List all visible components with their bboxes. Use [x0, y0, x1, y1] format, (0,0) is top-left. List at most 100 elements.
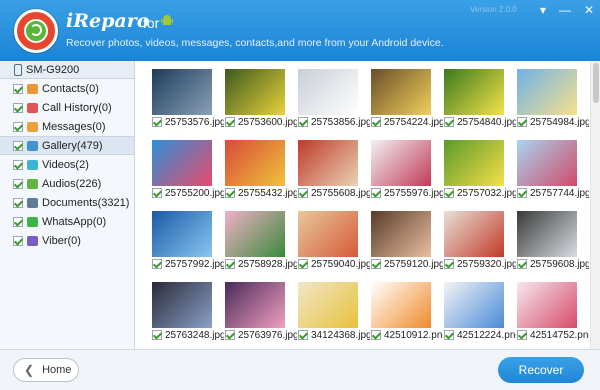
image-thumbnail[interactable]: [371, 282, 431, 328]
sidebar-item-messages[interactable]: Messages(0): [0, 117, 134, 136]
image-thumbnail[interactable]: [444, 211, 504, 257]
item-checkbox[interactable]: [298, 188, 308, 198]
gallery-item[interactable]: 25753576.jpg: [150, 69, 224, 131]
item-checkbox[interactable]: [371, 330, 381, 340]
item-checkbox[interactable]: [517, 330, 527, 340]
image-thumbnail[interactable]: [152, 140, 212, 186]
sidebar-item-documents[interactable]: Documents(3321): [0, 193, 134, 212]
gallery-item[interactable]: 25755432.jpg: [223, 140, 297, 202]
category-checkbox[interactable]: [13, 216, 23, 227]
image-thumbnail[interactable]: [517, 282, 577, 328]
gallery-item[interactable]: 25759608.jpg: [515, 211, 589, 273]
device-row[interactable]: SM-G9200: [0, 61, 134, 79]
sidebar-item-videos[interactable]: Videos(2): [0, 155, 134, 174]
item-checkbox[interactable]: [444, 117, 454, 127]
image-thumbnail[interactable]: [225, 69, 285, 115]
item-checkbox[interactable]: [152, 259, 162, 269]
image-thumbnail[interactable]: [152, 282, 212, 328]
gallery-item[interactable]: 25759320.jpg: [442, 211, 516, 273]
image-thumbnail[interactable]: [298, 282, 358, 328]
gallery-item[interactable]: 25755200.jpg: [150, 140, 224, 202]
sidebar-item-call-history[interactable]: Call History(0): [0, 98, 134, 117]
item-checkbox[interactable]: [298, 259, 308, 269]
item-checkbox[interactable]: [371, 117, 381, 127]
gallery-item[interactable]: 25753856.jpg: [296, 69, 370, 131]
image-thumbnail[interactable]: [444, 282, 504, 328]
item-checkbox[interactable]: [517, 117, 527, 127]
category-checkbox[interactable]: [13, 197, 23, 208]
gallery-item[interactable]: 25758928.jpg: [223, 211, 297, 273]
sidebar-item-viber[interactable]: Viber(0): [0, 231, 134, 250]
gallery-item[interactable]: 25755976.jpg: [369, 140, 443, 202]
recover-button[interactable]: Recover: [498, 357, 584, 383]
item-checkbox[interactable]: [444, 330, 454, 340]
home-button[interactable]: ❮ Home: [13, 358, 79, 382]
close-button[interactable]: ✕: [576, 0, 600, 20]
item-checkbox[interactable]: [444, 259, 454, 269]
image-thumbnail[interactable]: [225, 282, 285, 328]
item-checkbox[interactable]: [298, 330, 308, 340]
sidebar-item-label: Viber(0): [42, 234, 81, 247]
image-thumbnail[interactable]: [517, 69, 577, 115]
item-checkbox[interactable]: [517, 259, 527, 269]
gallery-item[interactable]: 25754840.jpg: [442, 69, 516, 131]
item-checkbox[interactable]: [225, 188, 235, 198]
gallery-item[interactable]: 42512224.png: [442, 282, 516, 344]
image-thumbnail[interactable]: [152, 69, 212, 115]
item-checkbox[interactable]: [444, 188, 454, 198]
audios-icon: [27, 178, 38, 189]
image-thumbnail[interactable]: [152, 211, 212, 257]
category-checkbox[interactable]: [13, 83, 23, 94]
gallery-item[interactable]: 25759040.jpg: [296, 211, 370, 273]
image-thumbnail[interactable]: [371, 140, 431, 186]
item-checkbox[interactable]: [298, 117, 308, 127]
file-name: 25755200.jpg: [165, 187, 224, 199]
image-thumbnail[interactable]: [225, 140, 285, 186]
category-checkbox[interactable]: [13, 140, 23, 151]
gallery-item[interactable]: 25763248.jpg: [150, 282, 224, 344]
gallery-item[interactable]: 25754984.jpg: [515, 69, 589, 131]
gallery-item[interactable]: 42514752.png: [515, 282, 589, 344]
item-checkbox[interactable]: [225, 330, 235, 340]
category-checkbox[interactable]: [13, 121, 23, 132]
gallery-item[interactable]: 25753600.jpg: [223, 69, 297, 131]
image-thumbnail[interactable]: [444, 69, 504, 115]
gallery-item[interactable]: 25759120.jpg: [369, 211, 443, 273]
scrollbar-thumb[interactable]: [593, 63, 599, 103]
image-thumbnail[interactable]: [444, 140, 504, 186]
category-checkbox[interactable]: [13, 159, 23, 170]
gallery-item[interactable]: 25757032.jpg: [442, 140, 516, 202]
gallery-item[interactable]: 34124368.jpg: [296, 282, 370, 344]
gallery-item[interactable]: 25757992.jpg: [150, 211, 224, 273]
item-checkbox[interactable]: [152, 330, 162, 340]
sidebar-item-contacts[interactable]: Contacts(0): [0, 79, 134, 98]
image-thumbnail[interactable]: [371, 69, 431, 115]
gallery-item[interactable]: 25754224.jpg: [369, 69, 443, 131]
sidebar-item-whatsapp[interactable]: WhatsApp(0): [0, 212, 134, 231]
sidebar-item-audios[interactable]: Audios(226): [0, 174, 134, 193]
image-thumbnail[interactable]: [298, 211, 358, 257]
item-checkbox[interactable]: [517, 188, 527, 198]
image-thumbnail[interactable]: [298, 140, 358, 186]
gallery-item[interactable]: 25763976.jpg: [223, 282, 297, 344]
image-thumbnail[interactable]: [225, 211, 285, 257]
item-checkbox[interactable]: [225, 259, 235, 269]
image-thumbnail[interactable]: [371, 211, 431, 257]
category-checkbox[interactable]: [13, 235, 23, 246]
item-checkbox[interactable]: [371, 188, 381, 198]
item-checkbox[interactable]: [152, 188, 162, 198]
item-checkbox[interactable]: [371, 259, 381, 269]
gallery-item[interactable]: 42510912.png: [369, 282, 443, 344]
category-checkbox[interactable]: [13, 102, 23, 113]
sidebar-item-gallery[interactable]: Gallery(479): [0, 136, 134, 155]
scrollbar[interactable]: [590, 61, 600, 349]
image-thumbnail[interactable]: [298, 69, 358, 115]
image-thumbnail[interactable]: [517, 211, 577, 257]
item-checkbox[interactable]: [152, 117, 162, 127]
item-checkbox[interactable]: [225, 117, 235, 127]
minimize-button[interactable]: —: [552, 0, 578, 20]
category-checkbox[interactable]: [13, 178, 23, 189]
gallery-item[interactable]: 25755608.jpg: [296, 140, 370, 202]
gallery-item[interactable]: 25757744.jpg: [515, 140, 589, 202]
image-thumbnail[interactable]: [517, 140, 577, 186]
